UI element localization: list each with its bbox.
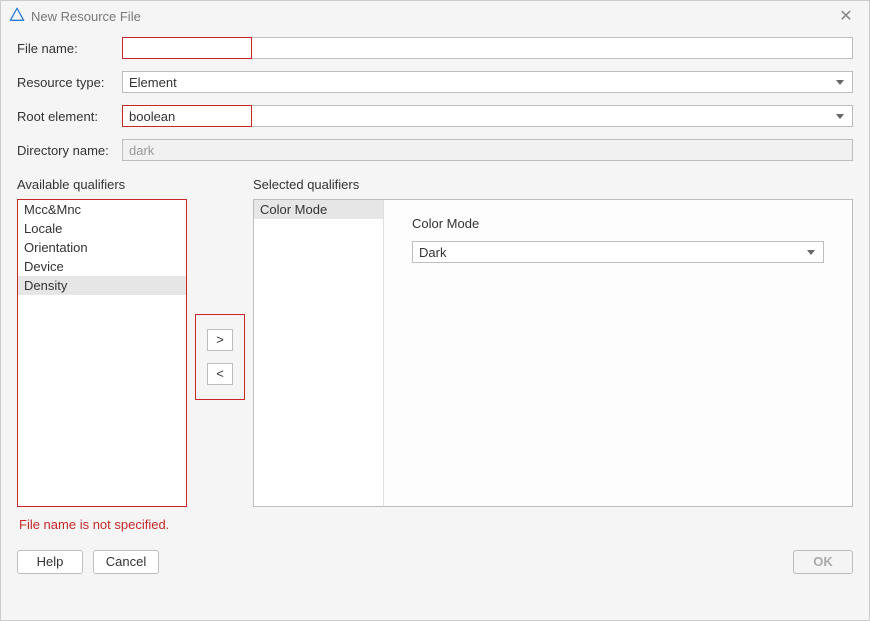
available-qualifier-item[interactable]: Orientation <box>18 238 186 257</box>
titlebar: New Resource File ✕ <box>1 1 869 31</box>
root-element-label: Root element: <box>17 109 122 124</box>
footer-spacer <box>169 550 783 574</box>
resource-type-select[interactable]: Element <box>122 71 853 93</box>
available-qualifier-item[interactable]: Density <box>18 276 186 295</box>
help-button[interactable]: Help <box>17 550 83 574</box>
file-name-field[interactable] <box>122 37 853 59</box>
dialog-content: File name: Resource type: Element Root e… <box>1 31 869 542</box>
validation-error: File name is not specified. <box>17 517 853 532</box>
move-left-button[interactable]: < <box>207 363 233 385</box>
chevron-down-icon <box>836 80 844 85</box>
selected-qualifiers-heading: Selected qualifiers <box>253 177 853 195</box>
root-element-select[interactable]: boolean <box>122 105 853 127</box>
chevron-down-icon <box>807 250 815 255</box>
selected-qualifiers-column: Selected qualifiers Color Mode Color Mod… <box>253 177 853 507</box>
ok-button[interactable]: OK <box>793 550 853 574</box>
directory-name-row: Directory name: <box>17 139 853 161</box>
app-icon <box>9 7 31 26</box>
close-icon[interactable]: ✕ <box>831 6 861 26</box>
available-qualifiers-heading: Available qualifiers <box>17 177 187 195</box>
directory-name-field <box>122 139 853 161</box>
available-qualifiers-list[interactable]: Mcc&MncLocaleOrientationDeviceDensity <box>17 199 187 507</box>
selected-qualifier-item[interactable]: Color Mode <box>254 200 383 219</box>
qualifier-detail-select[interactable]: Dark <box>412 241 824 263</box>
available-qualifiers-column: Available qualifiers Mcc&MncLocaleOrient… <box>17 177 187 507</box>
qualifier-detail-value: Dark <box>413 245 807 260</box>
resource-type-value: Element <box>123 75 836 90</box>
directory-name-input <box>123 140 852 160</box>
available-qualifier-item[interactable]: Locale <box>18 219 186 238</box>
resource-type-label: Resource type: <box>17 75 122 90</box>
resource-type-row: Resource type: Element <box>17 71 853 93</box>
move-right-button[interactable]: > <box>207 329 233 351</box>
transfer-buttons: > < <box>195 314 245 400</box>
root-element-value: boolean <box>123 109 836 124</box>
qualifier-detail-label: Color Mode <box>412 216 824 231</box>
selected-qualifiers-panel: Color Mode Color Mode Dark <box>253 199 853 507</box>
window-title: New Resource File <box>31 9 141 24</box>
file-name-row: File name: <box>17 37 853 59</box>
qualifiers-area: Available qualifiers Mcc&MncLocaleOrient… <box>17 177 853 507</box>
directory-name-label: Directory name: <box>17 143 122 158</box>
chevron-down-icon <box>836 114 844 119</box>
selected-qualifier-detail: Color Mode Dark <box>384 200 852 506</box>
available-qualifier-item[interactable]: Mcc&Mnc <box>18 200 186 219</box>
dialog-footer: Help Cancel OK <box>1 542 869 586</box>
root-element-row: Root element: boolean <box>17 105 853 127</box>
file-name-input[interactable] <box>123 38 852 58</box>
available-qualifier-item[interactable]: Device <box>18 257 186 276</box>
selected-qualifiers-list[interactable]: Color Mode <box>254 200 384 506</box>
file-name-label: File name: <box>17 41 122 56</box>
cancel-button[interactable]: Cancel <box>93 550 159 574</box>
